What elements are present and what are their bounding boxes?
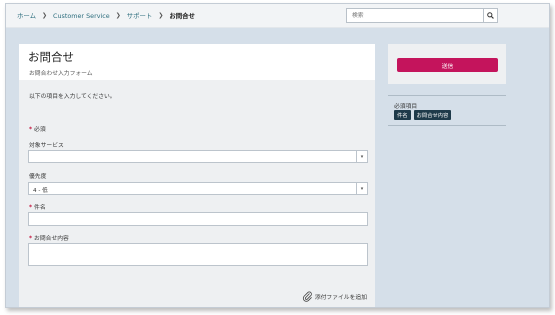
search-input[interactable] (347, 9, 483, 22)
chevron-right-icon: ❯ (158, 12, 164, 19)
breadcrumb-current: お問合せ (169, 12, 195, 20)
attach-file-label: 添付ファイルを追加 (314, 295, 367, 301)
service-select[interactable]: ▾ (28, 150, 368, 163)
top-bar: ホーム ❯ Customer Service ❯ サポート ❯ お問合せ (6, 4, 549, 28)
submit-panel: 送信 (388, 44, 506, 84)
required-note-label: 必須 (34, 127, 46, 133)
subject-label: 件名 (34, 205, 46, 211)
divider (388, 95, 506, 96)
required-tags: 件名 お問合せ内容 (394, 110, 452, 120)
chevron-right-icon: ❯ (115, 12, 121, 19)
paperclip-icon (302, 291, 312, 302)
content-textarea[interactable] (28, 243, 368, 266)
priority-label: 優先度 (29, 174, 47, 180)
search-box (346, 8, 498, 23)
breadcrumb-support[interactable]: サポート (127, 11, 153, 20)
attach-file-link[interactable]: 添付ファイルを追加 (302, 291, 367, 302)
page-title: お問合せ (28, 50, 74, 64)
content-label: お問合せ内容 (34, 236, 69, 242)
search-icon (487, 12, 494, 19)
breadcrumb: ホーム ❯ Customer Service ❯ サポート ❯ お問合せ (17, 11, 195, 21)
submit-button[interactable]: 送信 (397, 58, 498, 72)
divider (388, 125, 506, 126)
required-asterisk: * (29, 127, 33, 133)
subject-label-wrap: * 件名 (29, 202, 46, 211)
content-label-wrap: * お問合せ内容 (29, 233, 69, 242)
title-box: お問合せ お問合わせ入力フォーム (19, 44, 375, 80)
browser-frame: ホーム ❯ Customer Service ❯ サポート ❯ お問合せ お問合… (5, 3, 550, 308)
required-asterisk: * (29, 236, 33, 242)
form-panel: お問合せ お問合わせ入力フォーム 以下の項目を入力してください。 * 必須 対象サ… (19, 44, 375, 307)
required-note: * 必須 (29, 124, 46, 133)
breadcrumb-customer-service[interactable]: Customer Service (53, 12, 110, 20)
breadcrumb-home[interactable]: ホーム (17, 11, 36, 20)
intro-text: 以下の項目を入力してください。 (29, 94, 116, 100)
priority-select[interactable]: 4 - 低 ▾ (28, 182, 368, 195)
required-fields-title: 必須項目 (394, 104, 418, 110)
service-label: 対象サービス (29, 143, 64, 149)
subject-input[interactable] (28, 212, 368, 226)
chevron-down-icon[interactable]: ▾ (356, 151, 367, 162)
search-button[interactable] (483, 9, 497, 22)
chevron-down-icon[interactable]: ▾ (356, 183, 367, 194)
required-asterisk: * (29, 205, 33, 211)
required-tag-content: お問合せ内容 (413, 110, 452, 120)
priority-value: 4 - 低 (33, 188, 48, 194)
page-subtitle: お問合わせ入力フォーム (29, 71, 93, 77)
required-tag-subject: 件名 (394, 110, 411, 120)
chevron-right-icon: ❯ (41, 12, 48, 19)
